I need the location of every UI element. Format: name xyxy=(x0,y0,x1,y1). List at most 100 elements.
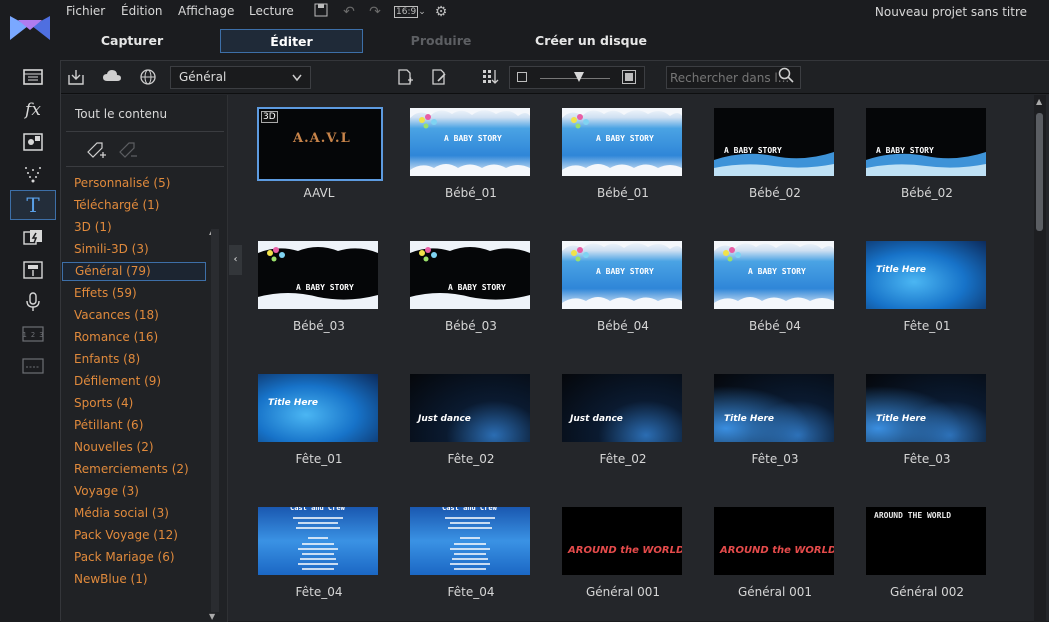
zoom-slider-handle[interactable] xyxy=(574,72,584,82)
category-item[interactable]: Général (79) xyxy=(62,262,206,281)
category-item[interactable]: Nouvelles (2) xyxy=(74,440,154,454)
template-tile[interactable]: A BABY STORY Bébé_01 xyxy=(395,95,535,203)
scroll-up-icon[interactable]: ▲ xyxy=(1036,97,1042,106)
template-thumbnail[interactable]: AROUND THE WORLD xyxy=(866,507,986,575)
category-item[interactable]: 3D (1) xyxy=(74,220,112,234)
globe-icon[interactable] xyxy=(138,68,158,88)
redo-icon[interactable]: ↷ xyxy=(366,3,384,21)
tab-creer-disque[interactable]: Créer un disque xyxy=(528,29,654,53)
menu-affichage[interactable]: Affichage xyxy=(178,4,234,18)
tab-capturer[interactable]: Capturer xyxy=(73,29,191,53)
settings-icon[interactable]: ⚙ xyxy=(432,3,450,21)
menu-fichier[interactable]: Fichier xyxy=(66,4,105,18)
category-item[interactable]: Téléchargé (1) xyxy=(74,198,159,212)
pip-icon[interactable] xyxy=(10,127,56,157)
save-icon[interactable] xyxy=(312,3,330,21)
template-thumbnail[interactable]: Just dance xyxy=(562,374,682,442)
template-tile[interactable]: AROUND the WORLD Général 001 xyxy=(547,492,687,602)
zoom-in-icon[interactable] xyxy=(622,70,636,84)
template-tile[interactable]: A BABY STORY Bébé_04 xyxy=(699,226,839,336)
remove-tag-icon[interactable] xyxy=(117,139,141,163)
template-thumbnail[interactable]: Title Here xyxy=(714,374,834,442)
template-tile[interactable]: A BABY STORY Bébé_03 xyxy=(243,226,383,336)
template-tile[interactable]: Title Here Fête_03 xyxy=(699,359,839,469)
template-tile[interactable]: Just dance Fête_02 xyxy=(395,359,535,469)
category-item[interactable]: Média social (3) xyxy=(74,506,169,520)
template-tile[interactable]: A BABY STORY Bébé_02 xyxy=(699,95,839,203)
all-content-item[interactable]: Tout le contenu xyxy=(75,107,167,121)
transition-icon[interactable] xyxy=(10,223,56,253)
title-icon[interactable]: T xyxy=(10,190,56,220)
category-item[interactable]: Effets (59) xyxy=(74,286,137,300)
category-item[interactable]: Voyage (3) xyxy=(74,484,139,498)
category-item[interactable]: Enfants (8) xyxy=(74,352,140,366)
import-icon[interactable] xyxy=(66,68,86,88)
category-item[interactable]: Vacances (18) xyxy=(74,308,159,322)
search-icon[interactable] xyxy=(776,67,796,87)
zoom-out-icon[interactable] xyxy=(517,72,527,82)
category-dropdown[interactable]: Général xyxy=(170,66,311,89)
grid-scrollbar[interactable]: ▲ xyxy=(1034,95,1046,622)
category-item[interactable]: Défilement (9) xyxy=(74,374,161,388)
template-thumbnail[interactable]: Title Here xyxy=(866,241,986,309)
template-tile[interactable]: Title Here Fête_01 xyxy=(243,359,383,469)
scrollbar-thumb[interactable] xyxy=(1036,113,1043,231)
add-tag-icon[interactable] xyxy=(85,139,109,163)
category-item[interactable]: Pétillant (6) xyxy=(74,418,143,432)
fx-icon[interactable]: fx xyxy=(10,95,56,125)
category-item[interactable]: Simili-3D (3) xyxy=(74,242,149,256)
sort-icon[interactable] xyxy=(480,68,500,88)
category-item[interactable]: Pack Mariage (6) xyxy=(74,550,175,564)
template-thumbnail[interactable]: A BABY STORY xyxy=(714,241,834,309)
template-thumbnail[interactable]: Cast and Crew xyxy=(410,507,530,575)
template-tile[interactable]: Title Here Fête_01 xyxy=(851,226,991,336)
template-thumbnail[interactable]: A BABY STORY xyxy=(866,108,986,176)
template-thumbnail[interactable]: A BABY STORY xyxy=(714,108,834,176)
template-thumbnail[interactable]: Cast and Crew xyxy=(258,507,378,575)
particle-icon[interactable] xyxy=(10,159,56,189)
category-item[interactable]: Remerciements (2) xyxy=(74,462,189,476)
template-tile[interactable]: AROUND THE WORLD Général 002 xyxy=(851,492,991,602)
menu-edition[interactable]: Édition xyxy=(121,4,163,18)
template-thumbnail[interactable]: A.A.V.L 3D xyxy=(257,107,383,181)
edit-title-icon[interactable] xyxy=(429,68,449,88)
cloud-icon[interactable] xyxy=(102,68,122,88)
template-tile[interactable]: Just dance Fête_02 xyxy=(547,359,687,469)
create-title-icon[interactable] xyxy=(395,68,415,88)
category-item[interactable]: Pack Voyage (12) xyxy=(74,528,178,542)
template-thumbnail[interactable]: A BABY STORY xyxy=(562,241,682,309)
media-room-icon[interactable] xyxy=(10,62,56,92)
template-thumbnail[interactable]: Just dance xyxy=(410,374,530,442)
undo-icon[interactable]: ↶ xyxy=(340,3,358,21)
category-item[interactable]: Sports (4) xyxy=(74,396,133,410)
voiceover-icon[interactable] xyxy=(10,287,56,317)
tab-editer[interactable]: Éditer xyxy=(220,29,363,53)
menu-lecture[interactable]: Lecture xyxy=(249,4,294,18)
template-tile[interactable]: A BABY STORY Bébé_02 xyxy=(851,95,991,203)
aspect-ratio-select[interactable]: 16:9 ⌄ xyxy=(394,3,426,21)
template-thumbnail[interactable]: A BABY STORY xyxy=(258,241,378,309)
template-tile[interactable]: A.A.V.L 3D AAVL xyxy=(243,95,383,203)
subtitle-icon[interactable] xyxy=(10,351,56,381)
tab-produire[interactable]: Produire xyxy=(380,29,502,53)
sidebar-scrollbar[interactable] xyxy=(211,229,219,612)
chapter-icon[interactable]: 1 2 3 xyxy=(10,319,56,349)
template-thumbnail[interactable]: Title Here xyxy=(866,374,986,442)
template-tile[interactable]: AROUND the WORLD Général 001 xyxy=(699,492,839,602)
template-thumbnail[interactable]: A BABY STORY xyxy=(410,108,530,176)
template-tile[interactable]: A BABY STORY Bébé_04 xyxy=(547,226,687,336)
template-thumbnail[interactable]: AROUND the WORLD xyxy=(562,507,682,575)
template-tile[interactable]: Cast and Crew Fête_04 xyxy=(243,492,383,602)
template-tile[interactable]: Cast and Crew Fête_04 xyxy=(395,492,535,602)
scroll-down-icon[interactable]: ▼ xyxy=(209,612,215,621)
template-tile[interactable]: A BABY STORY Bébé_03 xyxy=(395,226,535,336)
template-tile[interactable]: Title Here Fête_03 xyxy=(851,359,991,469)
template-thumbnail[interactable]: Title Here xyxy=(258,374,378,442)
category-item[interactable]: Romance (16) xyxy=(74,330,158,344)
template-thumbnail[interactable]: A BABY STORY xyxy=(562,108,682,176)
collapse-sidebar-button[interactable]: ‹ xyxy=(229,245,242,275)
category-item[interactable]: Personnalisé (5) xyxy=(74,176,170,190)
audio-mixing-icon[interactable] xyxy=(10,255,56,285)
template-tile[interactable]: A BABY STORY Bébé_01 xyxy=(547,95,687,203)
template-thumbnail[interactable]: A BABY STORY xyxy=(410,241,530,309)
